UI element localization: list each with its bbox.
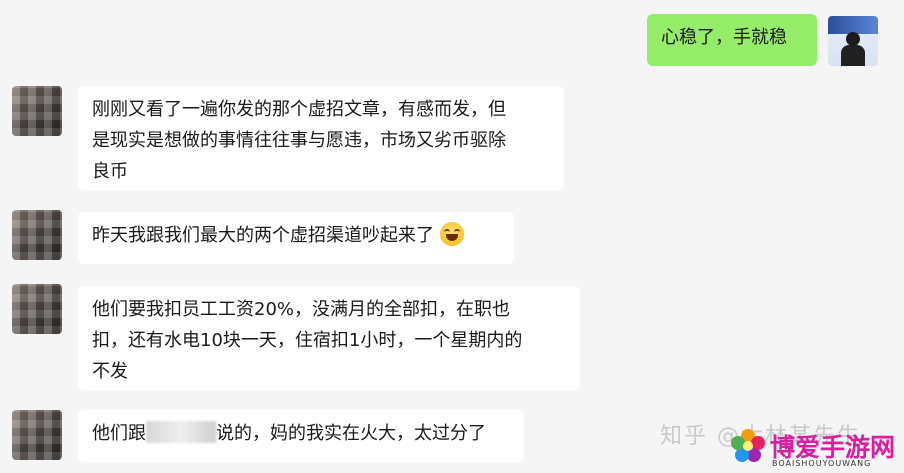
flower-logo-icon bbox=[731, 429, 765, 462]
message-text: 心稳了，手就稳 bbox=[661, 27, 787, 48]
laughing-tears-emoji-icon bbox=[439, 222, 464, 246]
message-line: 他们要我扣员工工资20%，没满月的全部扣，在职也 bbox=[92, 299, 511, 320]
message-line: 良币 bbox=[92, 161, 128, 182]
self-avatar[interactable] bbox=[828, 16, 878, 66]
message-text-end: 说的，妈的我实在火大，太过分了 bbox=[216, 423, 486, 444]
message-text: 昨天我跟我们最大的两个虚招渠道吵起来了 bbox=[92, 225, 434, 246]
message-line: 扣，还有水电10块一天，住宿扣1小时，一个星期内的 bbox=[92, 330, 523, 351]
contact-avatar[interactable] bbox=[12, 410, 62, 460]
message-bubble-contact[interactable]: 他们要我扣员工工资20%，没满月的全部扣，在职也 扣，还有水电10块一天，住宿扣… bbox=[78, 286, 580, 390]
brand-url: BOAISHOUYOUWANG bbox=[772, 459, 872, 468]
chat-window: 心稳了，手就稳 刚刚又看了一遍你发的那个虚招文章，有感而发，但 是现实是想做的事… bbox=[0, 0, 904, 473]
message-bubble-self[interactable]: 心稳了，手就稳 bbox=[647, 14, 817, 66]
contact-avatar[interactable] bbox=[12, 210, 62, 260]
avatar-person-head bbox=[846, 32, 860, 46]
message-text-start: 他们跟 bbox=[92, 423, 146, 444]
contact-avatar[interactable] bbox=[12, 86, 62, 136]
site-brand: 博爱手游网 BOAISHOUYOUWANG bbox=[728, 422, 902, 472]
message-bubble-contact[interactable]: 他们跟 说的，妈的我实在火大，太过分了 bbox=[78, 410, 524, 462]
message-line: 是现实是想做的事情往往事与愿违，市场又劣币驱除 bbox=[92, 130, 506, 151]
avatar-person-body bbox=[841, 45, 865, 66]
message-line: 刚刚又看了一遍你发的那个虚招文章，有感而发，但 bbox=[92, 99, 506, 120]
message-bubble-contact[interactable]: 刚刚又看了一遍你发的那个虚招文章，有感而发，但 是现实是想做的事情往往事与愿违，… bbox=[78, 86, 564, 190]
message-bubble-contact[interactable]: 昨天我跟我们最大的两个虚招渠道吵起来了 bbox=[78, 212, 514, 264]
redacted-text bbox=[146, 421, 216, 443]
message-line: 不发 bbox=[92, 361, 128, 382]
contact-avatar[interactable] bbox=[12, 284, 62, 334]
